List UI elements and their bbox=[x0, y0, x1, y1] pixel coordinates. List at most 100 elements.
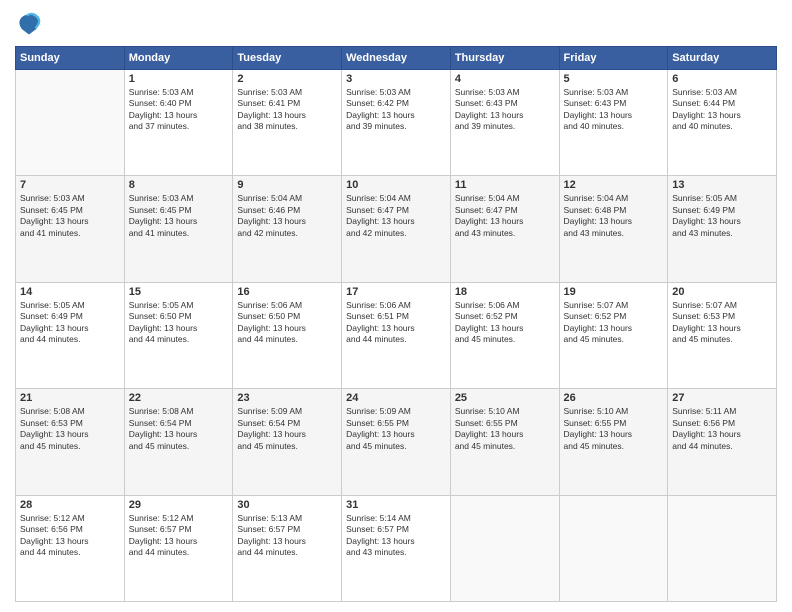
day-number: 8 bbox=[129, 179, 229, 191]
day-number: 6 bbox=[672, 73, 772, 85]
day-info: Sunrise: 5:07 AM Sunset: 6:53 PM Dayligh… bbox=[672, 300, 772, 346]
day-info: Sunrise: 5:06 AM Sunset: 6:51 PM Dayligh… bbox=[346, 300, 446, 346]
day-info: Sunrise: 5:08 AM Sunset: 6:53 PM Dayligh… bbox=[20, 406, 120, 452]
day-info: Sunrise: 5:05 AM Sunset: 6:49 PM Dayligh… bbox=[20, 300, 120, 346]
day-number: 22 bbox=[129, 392, 229, 404]
day-number: 18 bbox=[455, 286, 555, 298]
logo bbox=[15, 10, 47, 38]
calendar-cell: 16 Sunrise: 5:06 AM Sunset: 6:50 PM Dayli… bbox=[233, 282, 342, 388]
day-info: Sunrise: 5:03 AM Sunset: 6:45 PM Dayligh… bbox=[129, 193, 229, 239]
day-number: 29 bbox=[129, 499, 229, 511]
calendar-cell bbox=[559, 495, 668, 601]
day-number: 31 bbox=[346, 499, 446, 511]
day-info: Sunrise: 5:14 AM Sunset: 6:57 PM Dayligh… bbox=[346, 513, 446, 559]
calendar-cell: 30 Sunrise: 5:13 AM Sunset: 6:57 PM Dayli… bbox=[233, 495, 342, 601]
calendar-cell: 29 Sunrise: 5:12 AM Sunset: 6:57 PM Dayli… bbox=[124, 495, 233, 601]
calendar-cell: 10 Sunrise: 5:04 AM Sunset: 6:47 PM Dayli… bbox=[342, 176, 451, 282]
day-number: 15 bbox=[129, 286, 229, 298]
day-info: Sunrise: 5:04 AM Sunset: 6:47 PM Dayligh… bbox=[455, 193, 555, 239]
calendar-header-tuesday: Tuesday bbox=[233, 47, 342, 70]
day-info: Sunrise: 5:09 AM Sunset: 6:54 PM Dayligh… bbox=[237, 406, 337, 452]
logo-icon bbox=[15, 10, 43, 38]
calendar-header-saturday: Saturday bbox=[668, 47, 777, 70]
day-info: Sunrise: 5:06 AM Sunset: 6:50 PM Dayligh… bbox=[237, 300, 337, 346]
day-info: Sunrise: 5:10 AM Sunset: 6:55 PM Dayligh… bbox=[564, 406, 664, 452]
calendar-cell: 27 Sunrise: 5:11 AM Sunset: 6:56 PM Dayli… bbox=[668, 389, 777, 495]
calendar-cell: 2 Sunrise: 5:03 AM Sunset: 6:41 PM Daylig… bbox=[233, 70, 342, 176]
calendar-header-sunday: Sunday bbox=[16, 47, 125, 70]
day-number: 4 bbox=[455, 73, 555, 85]
calendar-cell: 20 Sunrise: 5:07 AM Sunset: 6:53 PM Dayli… bbox=[668, 282, 777, 388]
day-number: 5 bbox=[564, 73, 664, 85]
calendar-cell: 9Sunrise: 5:04 AM Sunset: 6:46 PM Daylig… bbox=[233, 176, 342, 282]
calendar-cell: 23 Sunrise: 5:09 AM Sunset: 6:54 PM Dayli… bbox=[233, 389, 342, 495]
calendar-cell: 19Sunrise: 5:07 AM Sunset: 6:52 PM Dayli… bbox=[559, 282, 668, 388]
day-number: 19 bbox=[564, 286, 664, 298]
day-number: 30 bbox=[237, 499, 337, 511]
day-info: Sunrise: 5:03 AM Sunset: 6:43 PM Dayligh… bbox=[564, 87, 664, 133]
calendar-cell: 26 Sunrise: 5:10 AM Sunset: 6:55 PM Dayli… bbox=[559, 389, 668, 495]
day-info: Sunrise: 5:05 AM Sunset: 6:50 PM Dayligh… bbox=[129, 300, 229, 346]
day-info: Sunrise: 5:03 AM Sunset: 6:41 PM Dayligh… bbox=[237, 87, 337, 133]
week-row-4: 21 Sunrise: 5:08 AM Sunset: 6:53 PM Dayli… bbox=[16, 389, 777, 495]
day-number: 14 bbox=[20, 286, 120, 298]
day-info: Sunrise: 5:03 AM Sunset: 6:44 PM Dayligh… bbox=[672, 87, 772, 133]
header bbox=[15, 10, 777, 38]
day-number: 25 bbox=[455, 392, 555, 404]
day-number: 20 bbox=[672, 286, 772, 298]
day-number: 2 bbox=[237, 73, 337, 85]
calendar-cell: 12Sunrise: 5:04 AM Sunset: 6:48 PM Dayli… bbox=[559, 176, 668, 282]
day-number: 21 bbox=[20, 392, 120, 404]
calendar-header-monday: Monday bbox=[124, 47, 233, 70]
day-number: 13 bbox=[672, 179, 772, 191]
day-number: 3 bbox=[346, 73, 446, 85]
day-info: Sunrise: 5:06 AM Sunset: 6:52 PM Dayligh… bbox=[455, 300, 555, 346]
calendar-cell: 18 Sunrise: 5:06 AM Sunset: 6:52 PM Dayli… bbox=[450, 282, 559, 388]
day-number: 7 bbox=[20, 179, 120, 191]
day-info: Sunrise: 5:03 AM Sunset: 6:40 PM Dayligh… bbox=[129, 87, 229, 133]
calendar-cell: 14 Sunrise: 5:05 AM Sunset: 6:49 PM Dayli… bbox=[16, 282, 125, 388]
calendar-cell: 28Sunrise: 5:12 AM Sunset: 6:56 PM Dayli… bbox=[16, 495, 125, 601]
day-number: 11 bbox=[455, 179, 555, 191]
day-number: 26 bbox=[564, 392, 664, 404]
day-number: 23 bbox=[237, 392, 337, 404]
calendar-cell: 15 Sunrise: 5:05 AM Sunset: 6:50 PM Dayli… bbox=[124, 282, 233, 388]
day-info: Sunrise: 5:03 AM Sunset: 6:42 PM Dayligh… bbox=[346, 87, 446, 133]
calendar-cell: 8 Sunrise: 5:03 AM Sunset: 6:45 PM Daylig… bbox=[124, 176, 233, 282]
day-info: Sunrise: 5:03 AM Sunset: 6:45 PM Dayligh… bbox=[20, 193, 120, 239]
calendar-table: SundayMondayTuesdayWednesdayThursdayFrid… bbox=[15, 46, 777, 602]
day-info: Sunrise: 5:09 AM Sunset: 6:55 PM Dayligh… bbox=[346, 406, 446, 452]
calendar-cell: 5 Sunrise: 5:03 AM Sunset: 6:43 PM Daylig… bbox=[559, 70, 668, 176]
calendar-cell: 6 Sunrise: 5:03 AM Sunset: 6:44 PM Daylig… bbox=[668, 70, 777, 176]
week-row-3: 14 Sunrise: 5:05 AM Sunset: 6:49 PM Dayli… bbox=[16, 282, 777, 388]
day-number: 27 bbox=[672, 392, 772, 404]
calendar-cell bbox=[668, 495, 777, 601]
day-info: Sunrise: 5:05 AM Sunset: 6:49 PM Dayligh… bbox=[672, 193, 772, 239]
calendar-cell: 3 Sunrise: 5:03 AM Sunset: 6:42 PM Daylig… bbox=[342, 70, 451, 176]
calendar-cell: 31 Sunrise: 5:14 AM Sunset: 6:57 PM Dayli… bbox=[342, 495, 451, 601]
calendar-cell: 1 Sunrise: 5:03 AM Sunset: 6:40 PM Daylig… bbox=[124, 70, 233, 176]
day-info: Sunrise: 5:12 AM Sunset: 6:57 PM Dayligh… bbox=[129, 513, 229, 559]
day-info: Sunrise: 5:13 AM Sunset: 6:57 PM Dayligh… bbox=[237, 513, 337, 559]
week-row-2: 7 Sunrise: 5:03 AM Sunset: 6:45 PM Daylig… bbox=[16, 176, 777, 282]
calendar-header-wednesday: Wednesday bbox=[342, 47, 451, 70]
calendar-header-friday: Friday bbox=[559, 47, 668, 70]
day-info: Sunrise: 5:11 AM Sunset: 6:56 PM Dayligh… bbox=[672, 406, 772, 452]
day-number: 16 bbox=[237, 286, 337, 298]
day-number: 12 bbox=[564, 179, 664, 191]
calendar-header-thursday: Thursday bbox=[450, 47, 559, 70]
calendar-cell: 11 Sunrise: 5:04 AM Sunset: 6:47 PM Dayli… bbox=[450, 176, 559, 282]
day-number: 10 bbox=[346, 179, 446, 191]
day-number: 24 bbox=[346, 392, 446, 404]
day-number: 9 bbox=[237, 179, 337, 191]
day-info: Sunrise: 5:08 AM Sunset: 6:54 PM Dayligh… bbox=[129, 406, 229, 452]
calendar-cell: 22 Sunrise: 5:08 AM Sunset: 6:54 PM Dayli… bbox=[124, 389, 233, 495]
page: SundayMondayTuesdayWednesdayThursdayFrid… bbox=[0, 0, 792, 612]
calendar-cell bbox=[450, 495, 559, 601]
day-info: Sunrise: 5:04 AM Sunset: 6:47 PM Dayligh… bbox=[346, 193, 446, 239]
day-number: 1 bbox=[129, 73, 229, 85]
calendar-cell: 21 Sunrise: 5:08 AM Sunset: 6:53 PM Dayli… bbox=[16, 389, 125, 495]
calendar-cell: 25Sunrise: 5:10 AM Sunset: 6:55 PM Dayli… bbox=[450, 389, 559, 495]
day-number: 28 bbox=[20, 499, 120, 511]
calendar-cell: 13 Sunrise: 5:05 AM Sunset: 6:49 PM Dayli… bbox=[668, 176, 777, 282]
